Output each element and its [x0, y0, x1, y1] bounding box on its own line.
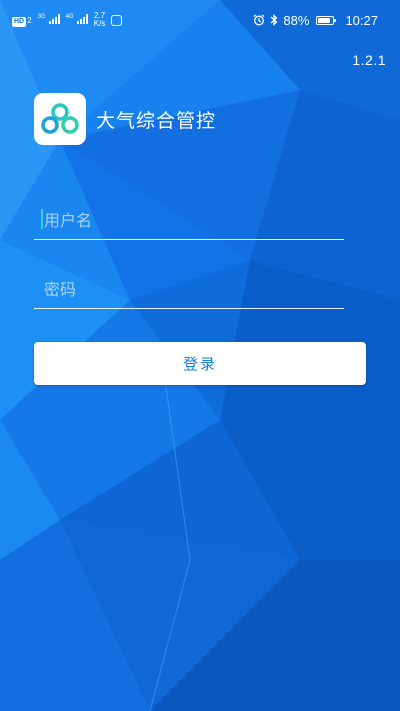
- login-button[interactable]: 登录: [34, 342, 366, 385]
- hd-voice-indicator: HD 2: [12, 14, 32, 27]
- battery-icon: [316, 15, 337, 25]
- password-input[interactable]: [34, 270, 344, 308]
- status-bar: HD 2 3G 4G 2.7 K/s 88% 10:27: [0, 0, 400, 40]
- hd-sub-label: 2: [27, 15, 32, 25]
- version-label: 1.2.1: [352, 52, 386, 68]
- clock: 10:27: [345, 12, 378, 28]
- login-screen: HD 2 3G 4G 2.7 K/s 88% 10:27 1.2.1 大气综合管…: [0, 0, 400, 711]
- app-header: 大气综合管控: [34, 93, 216, 145]
- app-logo: [34, 93, 86, 145]
- signal-bars-icon: [76, 13, 88, 24]
- password-field: [34, 270, 344, 309]
- signal-2: 4G: [65, 13, 88, 27]
- hd-badge: HD: [12, 16, 27, 27]
- network-type-1: 3G: [37, 13, 46, 20]
- app-notification-icon: [111, 14, 123, 26]
- username-input[interactable]: [34, 201, 344, 239]
- battery-percent: 88%: [283, 12, 310, 28]
- username-field: [34, 201, 344, 240]
- alarm-icon: [254, 14, 265, 26]
- battery-fill: [318, 17, 330, 23]
- connected-rings-logo-icon: [41, 103, 79, 134]
- status-left: HD 2 3G 4G 2.7 K/s: [12, 12, 123, 28]
- signal-bars-icon: [48, 13, 60, 24]
- speed-unit: K/s: [93, 19, 106, 28]
- bluetooth-icon: [271, 14, 278, 26]
- network-speed: 2.7 K/s: [94, 12, 106, 28]
- status-right: 88% 10:27: [253, 13, 378, 28]
- app-title: 大气综合管控: [96, 109, 217, 132]
- signal-1: 3G: [37, 13, 60, 27]
- network-type-2: 4G: [65, 13, 74, 20]
- text-cursor: [41, 209, 43, 229]
